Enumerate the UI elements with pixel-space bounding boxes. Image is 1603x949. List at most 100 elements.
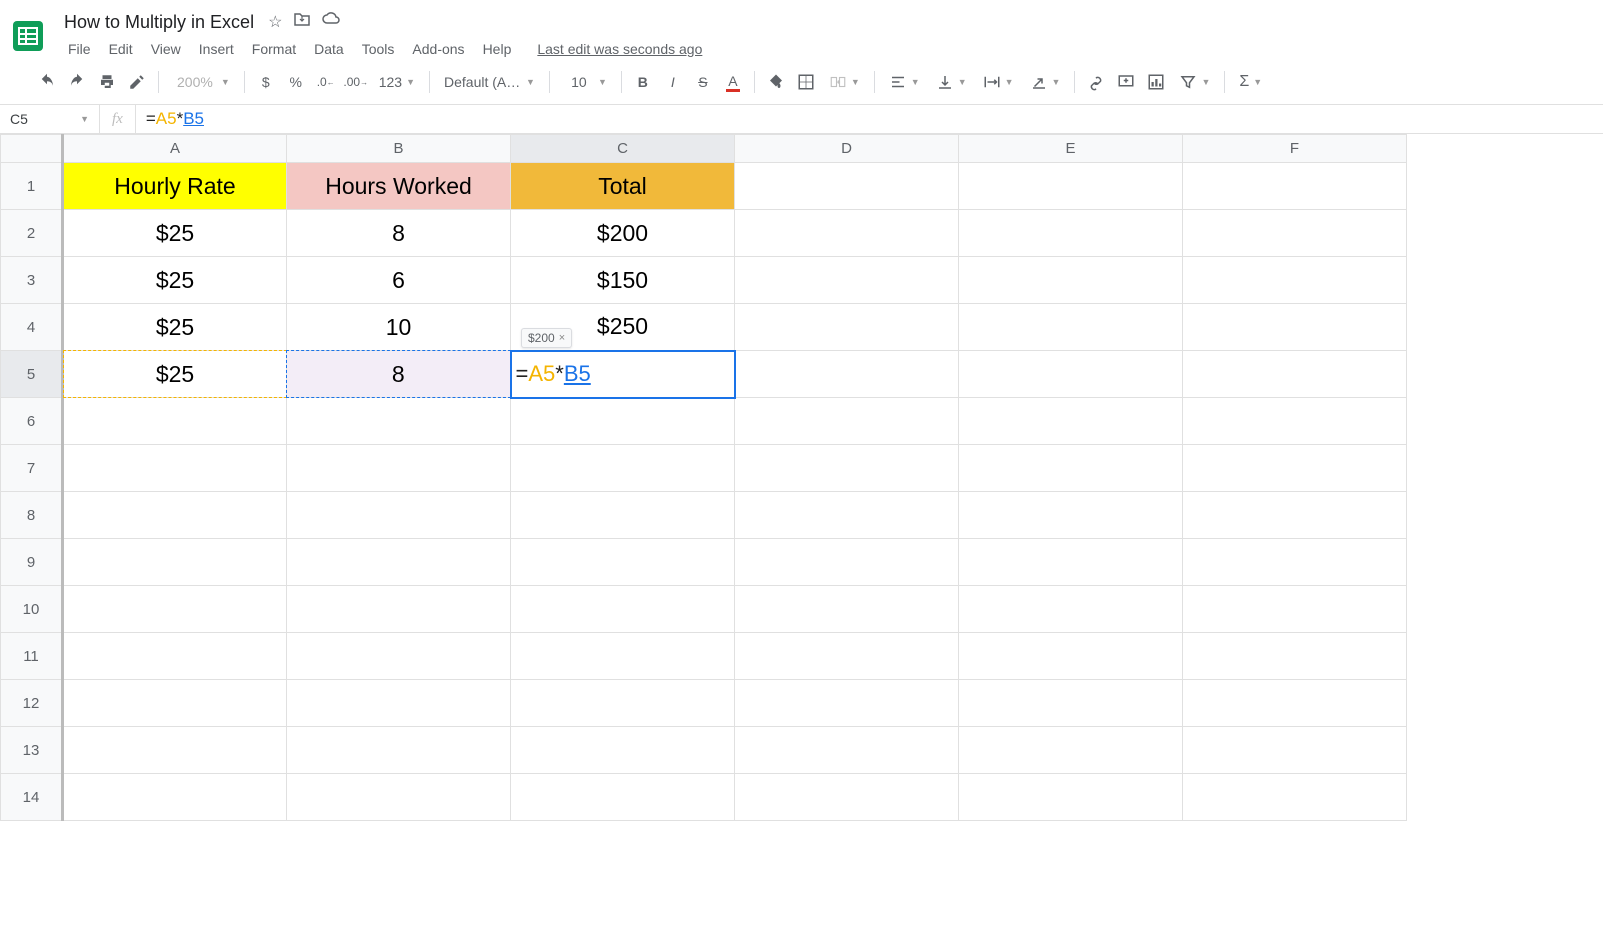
cell-b8[interactable] bbox=[287, 492, 511, 539]
cloud-status-icon[interactable] bbox=[322, 12, 340, 32]
text-color-button[interactable]: A bbox=[720, 68, 746, 96]
cell-b5[interactable]: 8 bbox=[287, 351, 511, 398]
cell-e7[interactable] bbox=[959, 445, 1183, 492]
cell-a11[interactable] bbox=[63, 633, 287, 680]
cell-e13[interactable] bbox=[959, 727, 1183, 774]
select-all-corner[interactable] bbox=[1, 135, 63, 163]
cell-e14[interactable] bbox=[959, 774, 1183, 821]
cell-d1[interactable] bbox=[735, 163, 959, 210]
formula-input[interactable]: =A5*B5 bbox=[136, 109, 1603, 129]
cell-f10[interactable] bbox=[1183, 586, 1407, 633]
row-header-10[interactable]: 10 bbox=[1, 586, 63, 633]
cell-e9[interactable] bbox=[959, 539, 1183, 586]
menu-view[interactable]: View bbox=[143, 37, 189, 61]
cell-e2[interactable] bbox=[959, 210, 1183, 257]
document-title[interactable]: How to Multiply in Excel bbox=[60, 10, 258, 35]
cell-c6[interactable] bbox=[511, 398, 735, 445]
insert-comment-button[interactable] bbox=[1113, 68, 1139, 96]
col-header-b[interactable]: B bbox=[287, 135, 511, 163]
cell-c10[interactable] bbox=[511, 586, 735, 633]
cell-b6[interactable] bbox=[287, 398, 511, 445]
cell-c1[interactable]: Total bbox=[511, 163, 735, 210]
redo-button[interactable] bbox=[64, 68, 90, 96]
cell-a12[interactable] bbox=[63, 680, 287, 727]
col-header-d[interactable]: D bbox=[735, 135, 959, 163]
cell-b9[interactable] bbox=[287, 539, 511, 586]
menu-insert[interactable]: Insert bbox=[191, 37, 242, 61]
cell-d11[interactable] bbox=[735, 633, 959, 680]
row-header-12[interactable]: 12 bbox=[1, 680, 63, 727]
cell-f14[interactable] bbox=[1183, 774, 1407, 821]
cell-d8[interactable] bbox=[735, 492, 959, 539]
star-icon[interactable]: ☆ bbox=[268, 12, 282, 32]
cell-d4[interactable] bbox=[735, 304, 959, 351]
cell-d7[interactable] bbox=[735, 445, 959, 492]
close-icon[interactable]: × bbox=[559, 332, 565, 344]
cell-c13[interactable] bbox=[511, 727, 735, 774]
cell-f4[interactable] bbox=[1183, 304, 1407, 351]
print-button[interactable] bbox=[94, 68, 120, 96]
cell-a2[interactable]: $25 bbox=[63, 210, 287, 257]
cell-c3[interactable]: $150 bbox=[511, 257, 735, 304]
insert-link-button[interactable] bbox=[1083, 68, 1109, 96]
row-header-4[interactable]: 4 bbox=[1, 304, 63, 351]
horizontal-align-dropdown[interactable]: ▼ bbox=[883, 73, 926, 91]
cell-e1[interactable] bbox=[959, 163, 1183, 210]
cell-b3[interactable]: 6 bbox=[287, 257, 511, 304]
col-header-e[interactable]: E bbox=[959, 135, 1183, 163]
cell-f7[interactable] bbox=[1183, 445, 1407, 492]
menu-format[interactable]: Format bbox=[244, 37, 304, 61]
merge-cells-dropdown[interactable]: ▼ bbox=[823, 73, 866, 91]
menu-tools[interactable]: Tools bbox=[354, 37, 403, 61]
cell-f3[interactable] bbox=[1183, 257, 1407, 304]
filter-dropdown[interactable]: ▼ bbox=[1173, 73, 1216, 91]
name-box[interactable]: C5 ▼ bbox=[0, 105, 100, 133]
row-header-13[interactable]: 13 bbox=[1, 727, 63, 774]
last-edit-link[interactable]: Last edit was seconds ago bbox=[529, 37, 710, 61]
cell-b10[interactable] bbox=[287, 586, 511, 633]
cell-d12[interactable] bbox=[735, 680, 959, 727]
cell-c14[interactable] bbox=[511, 774, 735, 821]
col-header-c[interactable]: C bbox=[511, 135, 735, 163]
row-header-9[interactable]: 9 bbox=[1, 539, 63, 586]
cell-c2[interactable]: $200 bbox=[511, 210, 735, 257]
cell-f1[interactable] bbox=[1183, 163, 1407, 210]
cell-c9[interactable] bbox=[511, 539, 735, 586]
cell-a10[interactable] bbox=[63, 586, 287, 633]
cell-a4[interactable]: $25 bbox=[63, 304, 287, 351]
cell-a8[interactable] bbox=[63, 492, 287, 539]
cell-e12[interactable] bbox=[959, 680, 1183, 727]
row-header-2[interactable]: 2 bbox=[1, 210, 63, 257]
cell-b14[interactable] bbox=[287, 774, 511, 821]
cell-e4[interactable] bbox=[959, 304, 1183, 351]
row-header-7[interactable]: 7 bbox=[1, 445, 63, 492]
cell-e8[interactable] bbox=[959, 492, 1183, 539]
cell-d2[interactable] bbox=[735, 210, 959, 257]
cell-c12[interactable] bbox=[511, 680, 735, 727]
cell-f11[interactable] bbox=[1183, 633, 1407, 680]
cell-b7[interactable] bbox=[287, 445, 511, 492]
increase-decimal-button[interactable]: .00→ bbox=[343, 68, 369, 96]
borders-button[interactable] bbox=[793, 68, 819, 96]
currency-button[interactable]: $ bbox=[253, 68, 279, 96]
text-rotation-dropdown[interactable]: ▼ bbox=[1024, 73, 1067, 91]
cell-a7[interactable] bbox=[63, 445, 287, 492]
row-header-6[interactable]: 6 bbox=[1, 398, 63, 445]
row-header-1[interactable]: 1 bbox=[1, 163, 63, 210]
row-header-5[interactable]: 5 bbox=[1, 351, 63, 398]
font-size-dropdown[interactable]: 10▼ bbox=[558, 74, 613, 90]
paint-format-button[interactable] bbox=[124, 68, 150, 96]
cell-e11[interactable] bbox=[959, 633, 1183, 680]
cell-d5[interactable] bbox=[735, 351, 959, 398]
cell-f6[interactable] bbox=[1183, 398, 1407, 445]
cell-c5[interactable]: =A5*B5 bbox=[511, 351, 735, 398]
cell-e6[interactable] bbox=[959, 398, 1183, 445]
percent-button[interactable]: % bbox=[283, 68, 309, 96]
cell-a1[interactable]: Hourly Rate bbox=[63, 163, 287, 210]
menu-file[interactable]: File bbox=[60, 37, 99, 61]
functions-dropdown[interactable]: Σ▼ bbox=[1233, 73, 1268, 91]
col-header-a[interactable]: A bbox=[63, 135, 287, 163]
menu-edit[interactable]: Edit bbox=[101, 37, 141, 61]
cell-c8[interactable] bbox=[511, 492, 735, 539]
decrease-decimal-button[interactable]: .0← bbox=[313, 68, 339, 96]
